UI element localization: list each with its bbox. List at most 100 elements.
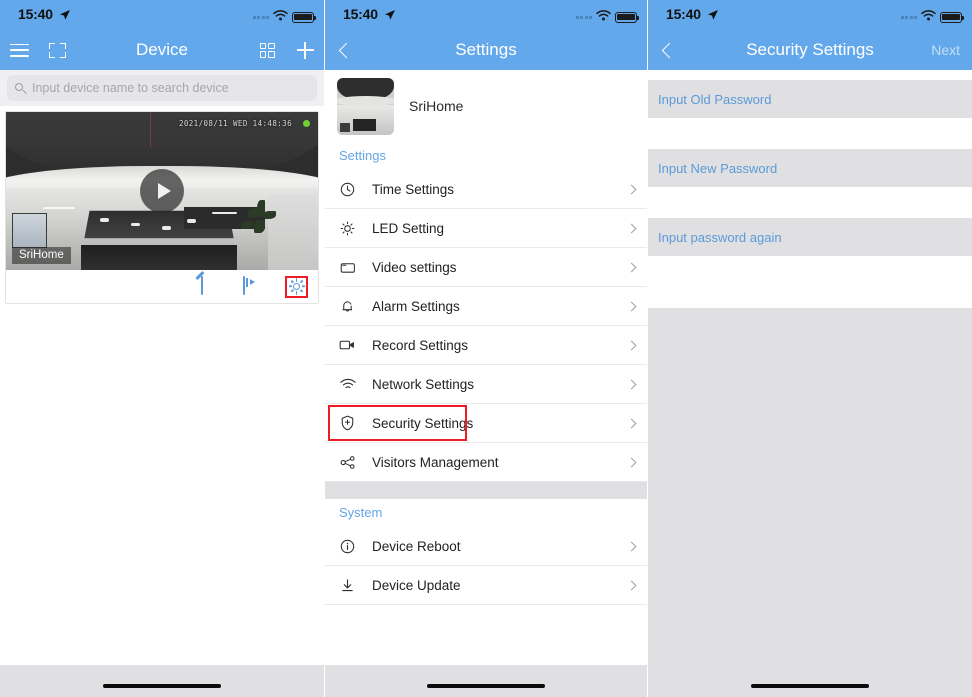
plus-icon[interactable]: [286, 30, 324, 70]
status-bar: 15:40: [648, 0, 972, 30]
settings-row-label: Device Update: [372, 577, 461, 593]
status-bar: 15:40: [325, 0, 647, 30]
device-nav-bar: Device: [0, 30, 324, 70]
chevron-right-icon: [626, 262, 637, 272]
device-body: Input device name to search device 2021/…: [0, 70, 324, 697]
section-label-settings: Settings: [325, 142, 647, 170]
security-body: Input Old Password Input New Password In…: [648, 70, 972, 697]
grid-view-icon[interactable]: [248, 30, 286, 70]
plant-decor: [237, 200, 287, 247]
gear-icon[interactable]: [285, 275, 308, 298]
device-name: SriHome: [409, 98, 464, 114]
location-arrow-icon: [59, 8, 71, 26]
chevron-right-icon: [626, 418, 637, 428]
status-indicators: [575, 8, 640, 26]
device-card[interactable]: 2021/08/11 WED 14:48:36 SriHome: [5, 111, 319, 304]
search-placeholder: Input device name to search device: [32, 81, 229, 95]
wifi-icon: [273, 8, 288, 26]
location-arrow-icon: [707, 8, 719, 26]
signal-dots-icon: [252, 15, 269, 19]
chevron-right-icon: [626, 184, 637, 194]
status-indicators: [900, 8, 965, 26]
chevron-right-icon: [626, 340, 637, 350]
chevron-right-icon: [626, 457, 637, 467]
new-password-placeholder: Input New Password: [658, 160, 778, 176]
wifi-icon: [921, 8, 936, 26]
video-frame-icon: [339, 260, 356, 275]
device-header[interactable]: SriHome: [325, 70, 647, 142]
signal-dots-icon: [575, 15, 592, 19]
section-spacer: [325, 482, 647, 499]
next-button[interactable]: Next: [931, 42, 972, 58]
settings-row-alarm[interactable]: Alarm Settings: [325, 287, 647, 326]
settings-footer: [325, 665, 647, 697]
battery-icon: [292, 11, 317, 23]
status-indicators: [252, 8, 317, 26]
home-indicator: [751, 683, 869, 688]
settings-row-video[interactable]: Video settings: [325, 248, 647, 287]
settings-row-visitors[interactable]: Visitors Management: [325, 443, 647, 482]
clock-icon: [339, 182, 356, 197]
signal-dots-icon: [900, 15, 917, 19]
status-time: 15:40: [343, 6, 378, 22]
field-gap: [648, 118, 972, 149]
screen-settings: 15:40 Settings SriHome Settings Time Set…: [324, 0, 648, 697]
settings-row-update[interactable]: Device Update: [325, 566, 647, 605]
search-icon: [15, 82, 27, 94]
confirm-password-placeholder: Input password again: [658, 229, 782, 245]
settings-row-security[interactable]: Security Settings: [325, 404, 647, 443]
status-time: 15:40: [18, 6, 53, 22]
settings-body: SriHome Settings Time Settings LED Setti…: [325, 70, 647, 697]
preview-timestamp: 2021/08/11 WED 14:48:36: [178, 119, 292, 128]
settings-row-label: Device Reboot: [372, 538, 461, 554]
settings-row-label: Record Settings: [372, 337, 469, 353]
old-password-placeholder: Input Old Password: [658, 91, 772, 107]
page-title: Security Settings: [746, 40, 874, 59]
chevron-right-icon: [626, 541, 637, 551]
home-indicator: [103, 683, 221, 688]
camcorder-icon: [339, 338, 356, 352]
download-icon: [339, 578, 356, 593]
old-password-input[interactable]: Input Old Password: [648, 80, 972, 118]
screen-security-settings: 15:40 Security Settings Next Input Old P…: [648, 0, 972, 697]
settings-row-label: Security Settings: [372, 415, 474, 431]
search-input[interactable]: Input device name to search device: [7, 75, 317, 101]
info-circle-icon: [339, 539, 356, 554]
lightbulb-icon: [339, 221, 356, 236]
three-phone-screenshots: 15:40 Device Input device name to search…: [0, 0, 972, 697]
battery-icon: [615, 11, 640, 23]
search-area: Input device name to search device: [0, 70, 324, 106]
settings-row-label: Time Settings: [372, 181, 455, 197]
security-nav-bar: Security Settings Next: [648, 30, 972, 70]
status-time: 15:40: [666, 6, 701, 22]
confirm-password-input[interactable]: Input password again: [648, 218, 972, 256]
security-footer: [648, 665, 972, 697]
settings-row-time[interactable]: Time Settings: [325, 170, 647, 209]
device-footer: [0, 665, 324, 697]
shield-plus-icon: [339, 415, 356, 431]
edit-icon[interactable]: [199, 275, 219, 297]
location-arrow-icon: [384, 8, 396, 26]
new-password-input[interactable]: Input New Password: [648, 149, 972, 187]
camera-thumbnail: [337, 77, 394, 135]
settings-row-record[interactable]: Record Settings: [325, 326, 647, 365]
settings-row-reboot[interactable]: Device Reboot: [325, 527, 647, 566]
playback-icon[interactable]: [242, 275, 262, 297]
preview-device-label: SriHome: [12, 247, 71, 264]
bell-icon: [339, 299, 356, 314]
chevron-right-icon: [626, 301, 637, 311]
settings-row-label: Visitors Management: [372, 454, 499, 470]
settings-row-network[interactable]: Network Settings: [325, 365, 647, 404]
status-bar: 15:40: [0, 0, 324, 30]
share-nodes-icon: [339, 455, 356, 470]
settings-row-label: Network Settings: [372, 376, 475, 392]
play-icon[interactable]: [140, 169, 184, 213]
empty-area: [648, 308, 972, 665]
section-label-system: System: [325, 499, 647, 527]
camera-preview[interactable]: 2021/08/11 WED 14:48:36 SriHome: [6, 112, 318, 270]
settings-nav-bar: Settings: [325, 30, 647, 70]
status-dot-online: [303, 120, 310, 127]
chevron-right-icon: [626, 379, 637, 389]
settings-row-label: Video settings: [372, 259, 457, 275]
settings-row-led[interactable]: LED Setting: [325, 209, 647, 248]
